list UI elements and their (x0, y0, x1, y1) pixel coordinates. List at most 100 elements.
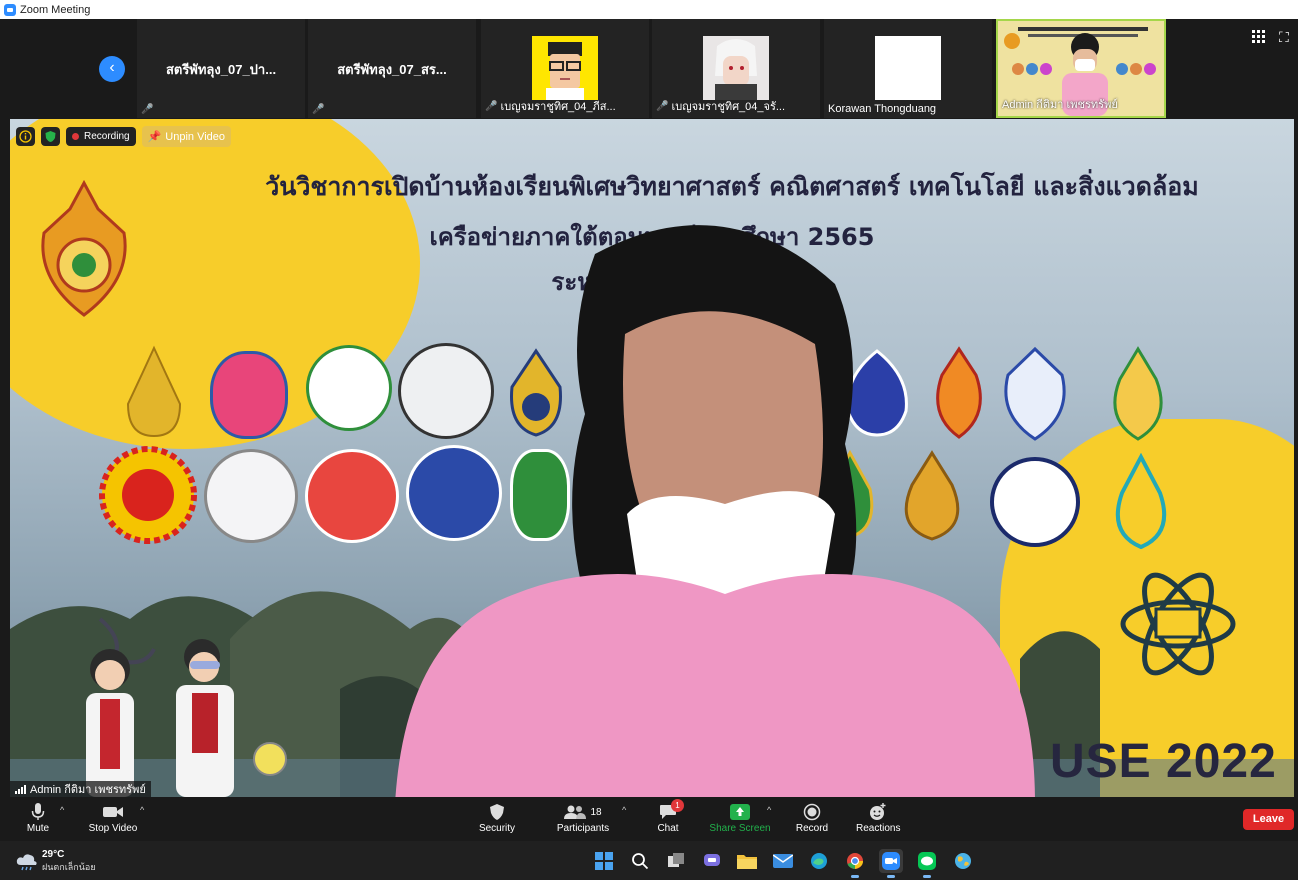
banner-title-line1: วันวิชาการเปิดบ้านห้องเรียนพิเศษวิทยาศาส… (265, 172, 1199, 201)
participant-strip: ‹ สตรีพัทลุง_07_ปา... 🎤 สตรีพัทลุง_07_สร… (0, 19, 1298, 118)
search-button[interactable] (628, 849, 652, 873)
security-button[interactable]: Security (477, 801, 517, 834)
mic-muted-icon: 🎤 (312, 104, 325, 115)
weather-description: ฝนตกเล็กน้อย (42, 862, 96, 872)
search-icon (632, 853, 649, 870)
share-screen-button[interactable]: Share Screen (709, 801, 771, 834)
school-logo (99, 446, 197, 544)
microphone-icon (31, 803, 45, 820)
share-options-caret-icon[interactable]: ^ (767, 805, 771, 815)
pin-icon: 📌 (147, 131, 162, 143)
participant-label: 🎤 (312, 104, 327, 115)
unpin-video-label: Unpin Video (165, 130, 226, 143)
participant-tile[interactable]: สตรีพัทลุง_07_ปา... 🎤 (137, 19, 305, 118)
teams-chat-button[interactable] (700, 849, 724, 873)
chat-button[interactable]: 1 Chat (654, 799, 684, 834)
unpin-video-button[interactable]: 📌 Unpin Video (141, 126, 232, 147)
recording-label: Recording (84, 131, 130, 142)
windows-logo-icon (595, 852, 613, 870)
edge-browser-icon (811, 853, 827, 869)
stop-video-button[interactable]: Stop Video (86, 801, 140, 834)
previous-page-button[interactable]: ‹ (99, 56, 125, 82)
folder-icon (737, 855, 757, 869)
stop-video-label: Stop Video (88, 823, 138, 834)
chat-label: Chat (657, 823, 679, 834)
cartoon-avatar (532, 36, 598, 100)
signal-bars-icon (15, 784, 26, 794)
school-logo (210, 351, 288, 439)
school-logo (1115, 453, 1167, 550)
atom-logo (1120, 572, 1236, 676)
participants-button[interactable]: 18 Participants (555, 801, 611, 834)
participant-tile[interactable]: 🎤 เบญจมราชูทิศ_04_ภีส... (481, 19, 649, 118)
audio-options-caret-icon[interactable]: ^ (60, 805, 64, 815)
meeting-status-row: Recording 📌 Unpin Video (16, 126, 232, 147)
participant-display-name: สตรีพัทลุง_07_ปา... (165, 62, 277, 77)
task-view-button[interactable] (664, 849, 688, 873)
video-camera-icon (103, 807, 123, 817)
window-titlebar: Zoom Meeting (0, 0, 1298, 19)
school-logo (1113, 346, 1163, 441)
windows-taskbar: 29°C ฝนตกเล็กน้อย (0, 841, 1298, 880)
meeting-toolbar: Mute ^ Stop Video ^ Security 18 Particip… (0, 797, 1298, 841)
record-label: Record (795, 823, 829, 834)
record-icon (803, 803, 821, 821)
edge-browser-button[interactable] (807, 849, 831, 873)
event-mark: USE 2022 (1050, 735, 1277, 788)
mute-button[interactable]: Mute (22, 801, 54, 834)
participant-tile[interactable]: สตรีพัทลุง_07_สร... 🎤 (308, 19, 476, 118)
smiley-plus-icon (870, 803, 886, 820)
participant-tile-active-speaker[interactable]: Admin กีติมา เพชรทรัพย์ (996, 19, 1166, 118)
speaker-name: Admin กีติมา เพชรทรัพย์ (30, 784, 146, 796)
participants-label: Participants (556, 823, 610, 834)
main-video: วันวิชาการเปิดบ้านห้องเรียนพิเศษวิทยาศาส… (10, 119, 1294, 797)
leave-button[interactable]: Leave (1243, 809, 1294, 830)
line-app-button[interactable] (915, 849, 939, 878)
mic-muted-icon: 🎤 (656, 100, 669, 112)
teams-chat-icon (704, 854, 720, 866)
speaker-video (395, 225, 1035, 797)
participant-label: 🎤 (141, 104, 156, 115)
scientists-illustration (86, 617, 287, 797)
reactions-button[interactable]: Reactions (856, 801, 900, 834)
mic-muted-icon: 🎤 (485, 100, 498, 112)
participant-tile[interactable]: 🎤 เบญจมราชูทิศ_04_จรั... (652, 19, 820, 118)
gallery-view-icon[interactable] (1252, 30, 1265, 43)
share-screen-label: Share Screen (709, 823, 771, 834)
security-shield-icon (490, 804, 504, 820)
fullscreen-icon[interactable]: ⛶ (1279, 29, 1289, 46)
encryption-shield-icon[interactable] (41, 127, 60, 146)
participant-label: Korawan Thongduang (828, 103, 937, 115)
start-button[interactable] (592, 849, 616, 873)
chrome-browser-button[interactable] (843, 849, 867, 878)
participants-count: 18 (590, 806, 602, 818)
mail-icon (773, 854, 793, 868)
globe-icon (955, 853, 971, 869)
participants-options-caret-icon[interactable]: ^ (622, 805, 626, 815)
zoom-app-button[interactable] (879, 849, 903, 878)
speaker-name-tag: Admin กีติมา เพชรทรัพย์ (10, 781, 151, 797)
video-options-caret-icon[interactable]: ^ (140, 805, 144, 815)
chrome-browser-icon (847, 853, 863, 869)
weather-widget[interactable]: 29°C ฝนตกเล็กน้อย (16, 849, 96, 874)
participant-display-name: สตรีพัทลุง_07_สร... (337, 62, 447, 77)
window-title: Zoom Meeting (20, 3, 91, 16)
participant-label: 🎤 เบญจมราชูทิศ_04_จรั... (656, 100, 786, 114)
participant-label: Admin กีติมา เพชรทรัพย์ (1002, 99, 1118, 111)
file-explorer-button[interactable] (735, 849, 759, 873)
mute-label: Mute (26, 823, 50, 834)
task-view-icon (668, 853, 684, 867)
mail-button[interactable] (771, 849, 795, 873)
meeting-info-icon[interactable] (16, 127, 35, 146)
record-button[interactable]: Record (795, 801, 829, 834)
school-logo (204, 449, 298, 543)
anime-avatar (703, 36, 769, 100)
share-screen-icon (730, 804, 750, 820)
participant-tile[interactable]: Korawan Thongduang (824, 19, 992, 118)
recording-indicator[interactable]: Recording (66, 127, 136, 146)
school-logo (305, 449, 399, 543)
reactions-label: Reactions (856, 823, 901, 834)
participants-icon (564, 805, 587, 819)
maps-app-button[interactable] (951, 849, 975, 873)
zoom-app-icon (4, 3, 16, 16)
